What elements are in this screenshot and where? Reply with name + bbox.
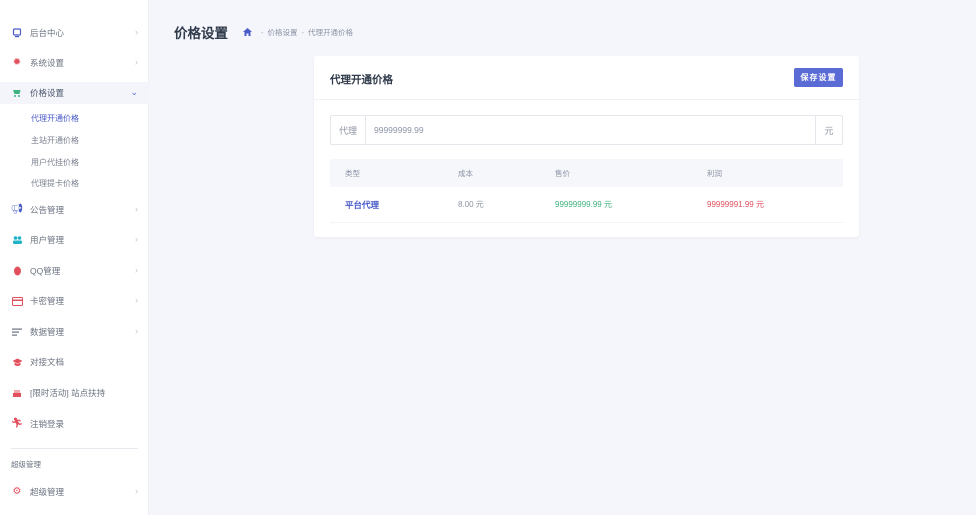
sidebar-item-qq[interactable]: QQ管理 › — [0, 260, 149, 282]
home-icon[interactable] — [243, 27, 252, 38]
sidebar-section-label: 超级管理 — [11, 460, 41, 469]
sidebar-item-label: 公告管理 — [30, 205, 65, 215]
save-button[interactable]: 保存设置 — [794, 68, 843, 87]
cake-icon — [11, 387, 23, 399]
submenu-item-agent-price[interactable]: 代理开通价格 — [31, 113, 79, 124]
sidebar: 后台中心 › ✹ 系统设置 › 价格设置 ⌄ 代理开通价格 主站开通价格 用户代… — [0, 0, 149, 515]
users-icon — [11, 234, 23, 246]
cost-cell: 8.00 元 — [458, 200, 484, 209]
table-header: 类型 成本 售价 利润 — [330, 159, 843, 187]
cart-icon — [11, 87, 23, 99]
megaphone-icon: 📢︎ — [10, 204, 24, 215]
sidebar-item-users[interactable]: 用户管理 › — [0, 229, 149, 251]
column-header: 售价 — [555, 168, 570, 178]
gear-icon: ✹ — [12, 57, 22, 68]
graduation-cap-icon — [11, 356, 23, 368]
chevron-right-icon: › — [135, 295, 138, 305]
submenu-item-main-site-price[interactable]: 主站开通价格 — [31, 135, 79, 146]
chevron-right-icon: › — [135, 486, 138, 496]
breadcrumb: - 价格设置 - 代理开通价格 — [243, 27, 353, 38]
submenu-item-agent-card-price[interactable]: 代理提卡价格 — [31, 178, 79, 189]
sidebar-item-price-settings[interactable]: 价格设置 ⌄ — [0, 82, 149, 104]
breadcrumb-item: 代理开通价格 — [308, 28, 353, 37]
sidebar-item-super-admin[interactable]: ⚙ 超级管理 › — [0, 481, 149, 503]
chevron-right-icon: › — [135, 27, 138, 37]
profit-cell: 99999991.99 元 — [707, 200, 764, 209]
input-suffix: 元 — [815, 116, 842, 144]
sidebar-item-label: 后台中心 — [30, 28, 65, 38]
agent-price-input[interactable] — [366, 116, 815, 144]
card-header: 代理开通价格 保存设置 — [314, 56, 859, 100]
sidebar-item-cards[interactable]: 卡密管理 › — [0, 290, 149, 312]
chevron-right-icon: › — [135, 57, 138, 67]
chevron-right-icon: › — [135, 234, 138, 244]
sidebar-item-label: 超级管理 — [30, 487, 65, 497]
chevron-right-icon: › — [135, 326, 138, 336]
type-cell: 平台代理 — [345, 199, 380, 210]
table-row: 平台代理 8.00 元 99999999.99 元 99999991.99 元 — [330, 187, 843, 223]
sidebar-item-label: QQ管理 — [30, 266, 61, 276]
sidebar-item-system-settings[interactable]: ✹ 系统设置 › — [0, 52, 149, 74]
card-title: 代理开通价格 — [330, 74, 393, 86]
runner-icon: 🏃︎ — [10, 418, 24, 429]
qq-icon — [11, 265, 23, 277]
breadcrumb-item[interactable]: 价格设置 — [268, 27, 298, 38]
sidebar-item-label: 系统设置 — [30, 58, 65, 68]
sidebar-item-label: 用户管理 — [30, 235, 65, 245]
breadcrumb-separator: - — [261, 28, 264, 37]
chevron-right-icon: › — [135, 265, 138, 275]
monitor-icon — [11, 27, 23, 39]
chevron-down-icon: ⌄ — [130, 87, 138, 97]
sidebar-item-label: 卡密管理 — [30, 296, 65, 306]
submenu-item-user-hosting-price[interactable]: 用户代挂价格 — [31, 157, 79, 168]
breadcrumb-separator: - — [301, 28, 305, 37]
chevron-right-icon: › — [135, 204, 138, 214]
sidebar-item-label: [限时活动] 站点扶持 — [30, 388, 106, 398]
sidebar-item-docs[interactable]: 对接文档 — [0, 351, 149, 373]
sidebar-item-label: 价格设置 — [30, 88, 65, 98]
page-title: 价格设置 — [174, 26, 228, 41]
column-header: 类型 — [345, 168, 360, 178]
sidebar-item-label: 数据管理 — [30, 327, 65, 337]
sidebar-item-site-support[interactable]: [限时活动] 站点扶持 — [0, 382, 149, 404]
sidebar-item-label: 对接文档 — [30, 357, 65, 367]
price-cell: 99999999.99 元 — [555, 200, 612, 209]
input-prefix: 代理 — [331, 116, 366, 144]
column-header: 利润 — [707, 168, 722, 178]
sidebar-item-announcements[interactable]: 📢︎ 公告管理 › — [0, 199, 149, 221]
gears-icon: ⚙ — [12, 486, 22, 497]
list-icon — [11, 326, 23, 338]
sidebar-item-label: 注销登录 — [30, 419, 65, 429]
sidebar-item-dashboard[interactable]: 后台中心 › — [0, 22, 149, 44]
column-header: 成本 — [458, 168, 473, 178]
card-icon — [11, 295, 23, 307]
price-input-group: 代理 元 — [330, 115, 843, 145]
price-table: 类型 成本 售价 利润 平台代理 8.00 元 99999999.99 元 99… — [330, 159, 843, 223]
sidebar-item-logout[interactable]: 🏃︎ 注销登录 — [0, 413, 149, 435]
price-card: 代理开通价格 保存设置 代理 元 类型 成本 售价 利润 平台代理 8.00 元… — [314, 56, 859, 237]
sidebar-divider — [11, 448, 138, 449]
sidebar-item-data[interactable]: 数据管理 › — [0, 321, 149, 343]
